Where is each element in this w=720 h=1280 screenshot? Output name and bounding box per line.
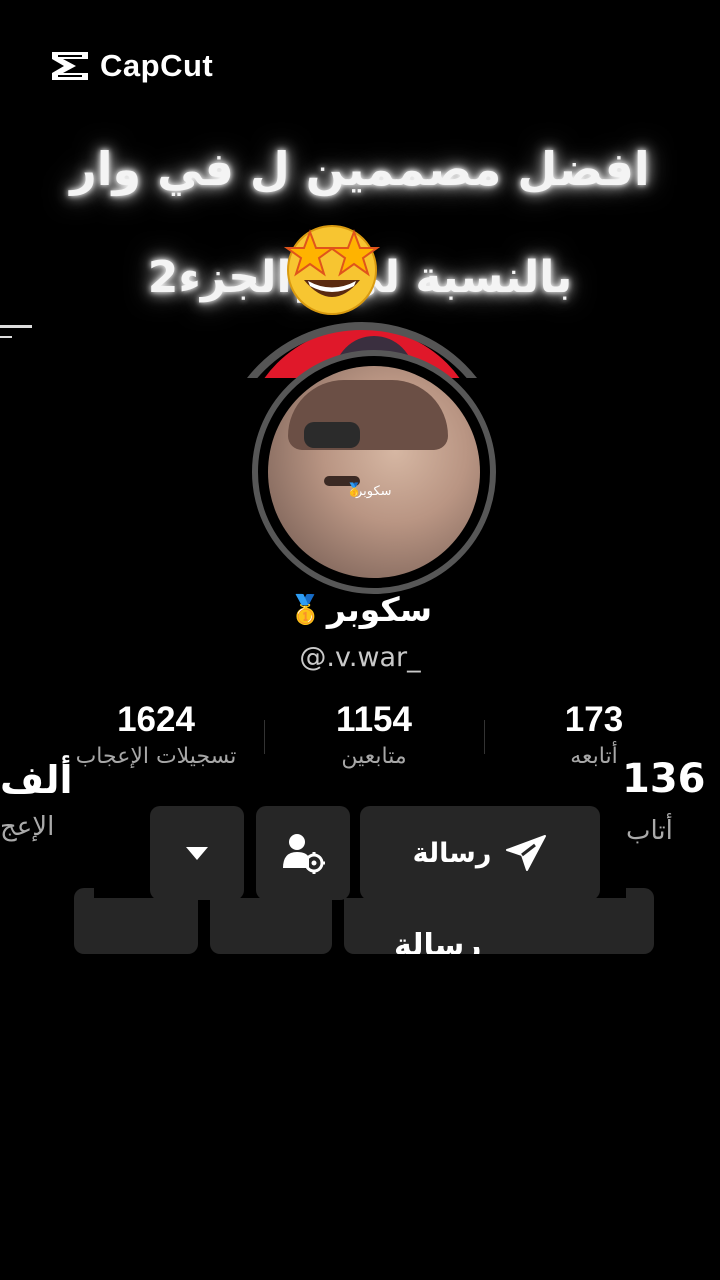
message-button[interactable]: رسالة	[360, 806, 600, 900]
stat-label: أتابعه	[570, 744, 618, 769]
stat-value: 1154	[336, 700, 412, 739]
stat-divider	[264, 720, 265, 754]
display-name: سكوبر	[326, 590, 433, 629]
ghost-stat-label: أتاب	[626, 816, 673, 846]
more-button[interactable]	[150, 806, 244, 900]
message-button-label: رسالة	[412, 837, 492, 869]
username[interactable]: @.v.war_	[0, 642, 720, 673]
capcut-logo-icon	[52, 52, 88, 80]
send-icon	[506, 835, 547, 871]
stat-value: 1624	[117, 700, 195, 739]
user-gear-icon	[283, 834, 325, 874]
avatar[interactable]	[268, 366, 480, 578]
stat-label: تسجيلات الإعجاب	[75, 744, 237, 769]
ghost-divider	[0, 325, 32, 328]
stat-value: 173	[564, 700, 624, 739]
black-backdrop	[0, 954, 720, 1280]
gold-medal-icon: 🥇	[287, 593, 323, 626]
stat-label: متابعين	[341, 744, 407, 769]
capcut-watermark: CapCut	[48, 48, 213, 84]
star-struck-emoji-icon	[283, 225, 381, 315]
medal-icon: 🥇	[346, 483, 363, 498]
stat-divider	[484, 720, 485, 754]
stat-likes[interactable]: 1624 تسجيلات الإعجاب	[56, 700, 256, 769]
ghost-stat-label: الإعج	[0, 812, 55, 842]
friends-button[interactable]	[256, 806, 350, 900]
capcut-brand-text: CapCut	[100, 48, 214, 83]
stat-followers[interactable]: 1154 متابعين	[274, 700, 474, 769]
ghost-divider	[0, 336, 12, 338]
profile-name-row: سكوبر 🥇	[0, 590, 720, 629]
caption-line-1: افضل مصممين ل في وار	[70, 142, 650, 196]
stat-following[interactable]: 173 أتابعه	[494, 700, 694, 769]
caret-down-icon	[186, 846, 208, 860]
